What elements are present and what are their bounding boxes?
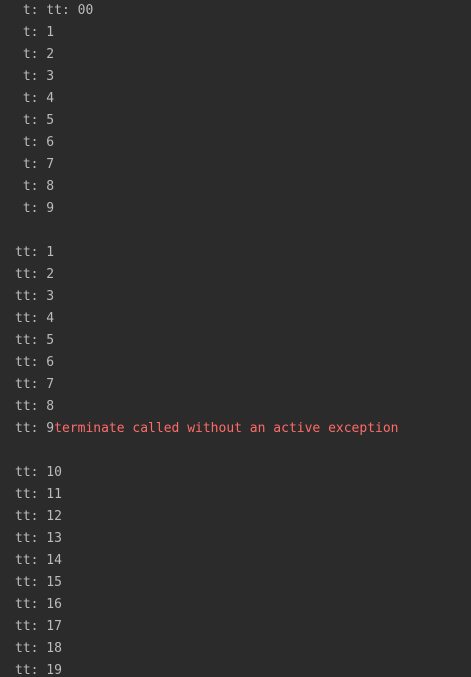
console-line-text: tt: 3 (15, 289, 55, 304)
console-line: tt: 2 (0, 265, 471, 287)
console-line-text: tt: 17 (15, 619, 62, 634)
console-line-text: t: 9 (15, 201, 55, 216)
console-line-text: tt: 6 (15, 355, 55, 370)
console-line-text: t: 2 (15, 47, 55, 62)
console-output[interactable]: t: tt: 00 t: 1 t: 2 t: 3 t: 4 t: 5 t: 6 … (0, 0, 471, 677)
console-line: tt: 4 (0, 309, 471, 331)
console-line: t: 8 (0, 177, 471, 199)
console-line-text: t: 7 (15, 157, 55, 172)
console-line-text: tt: 9 (15, 421, 55, 436)
console-line: t: 9 (0, 199, 471, 221)
console-line: tt: 18 (0, 639, 471, 661)
console-line: t: 1 (0, 23, 471, 45)
console-line: tt: 15 (0, 573, 471, 595)
console-line: tt: 7 (0, 375, 471, 397)
console-line: tt: 16 (0, 595, 471, 617)
console-line: tt: 1 (0, 243, 471, 265)
console-error-text: terminate called without an active excep… (54, 421, 399, 436)
console-line-text: tt: 1 (15, 245, 55, 260)
console-line: tt: 13 (0, 529, 471, 551)
console-line-text: tt: 10 (15, 465, 62, 480)
console-line-text: t: 6 (15, 135, 55, 150)
console-line: tt: 3 (0, 287, 471, 309)
console-line: t: 7 (0, 155, 471, 177)
console-line: t: 4 (0, 89, 471, 111)
console-line-text: tt: 16 (15, 597, 62, 612)
console-line: t: 6 (0, 133, 471, 155)
console-line: tt: 10 (0, 463, 471, 485)
console-line: tt: 5 (0, 331, 471, 353)
console-line-text: t: tt: 00 (15, 3, 94, 18)
console-line: tt: 6 (0, 353, 471, 375)
console-line-text: t: 4 (15, 91, 55, 106)
console-line-text: tt: 14 (15, 553, 62, 568)
console-line-text: tt: 2 (15, 267, 55, 282)
console-line-text: tt: 7 (15, 377, 55, 392)
console-line: t: 2 (0, 45, 471, 67)
console-line-text: t: 5 (15, 113, 55, 128)
console-line: t: 3 (0, 67, 471, 89)
console-line: tt: 19 (0, 661, 471, 677)
console-line: tt: 14 (0, 551, 471, 573)
console-line-text: tt: 18 (15, 641, 62, 656)
console-line: tt: 9terminate called without an active … (0, 419, 471, 441)
console-line: tt: 17 (0, 617, 471, 639)
console-line-text: tt: 15 (15, 575, 62, 590)
console-line-text: tt: 11 (15, 487, 62, 502)
console-line-text: tt: 19 (15, 663, 62, 677)
console-line-text: t: 8 (15, 179, 55, 194)
console-line: tt: 8 (0, 397, 471, 419)
console-line-text: tt: 13 (15, 531, 62, 546)
console-line-text: tt: 4 (15, 311, 55, 326)
console-line: t: tt: 00 (0, 1, 471, 23)
console-line-text: tt: 5 (15, 333, 55, 348)
console-line-text: tt: 12 (15, 509, 62, 524)
console-line: tt: 12 (0, 507, 471, 529)
console-line-text: t: 1 (15, 25, 55, 40)
console-line-text: t: 3 (15, 69, 55, 84)
console-line: t: 5 (0, 111, 471, 133)
console-line: tt: 11 (0, 485, 471, 507)
console-line-text: tt: 8 (15, 399, 55, 414)
